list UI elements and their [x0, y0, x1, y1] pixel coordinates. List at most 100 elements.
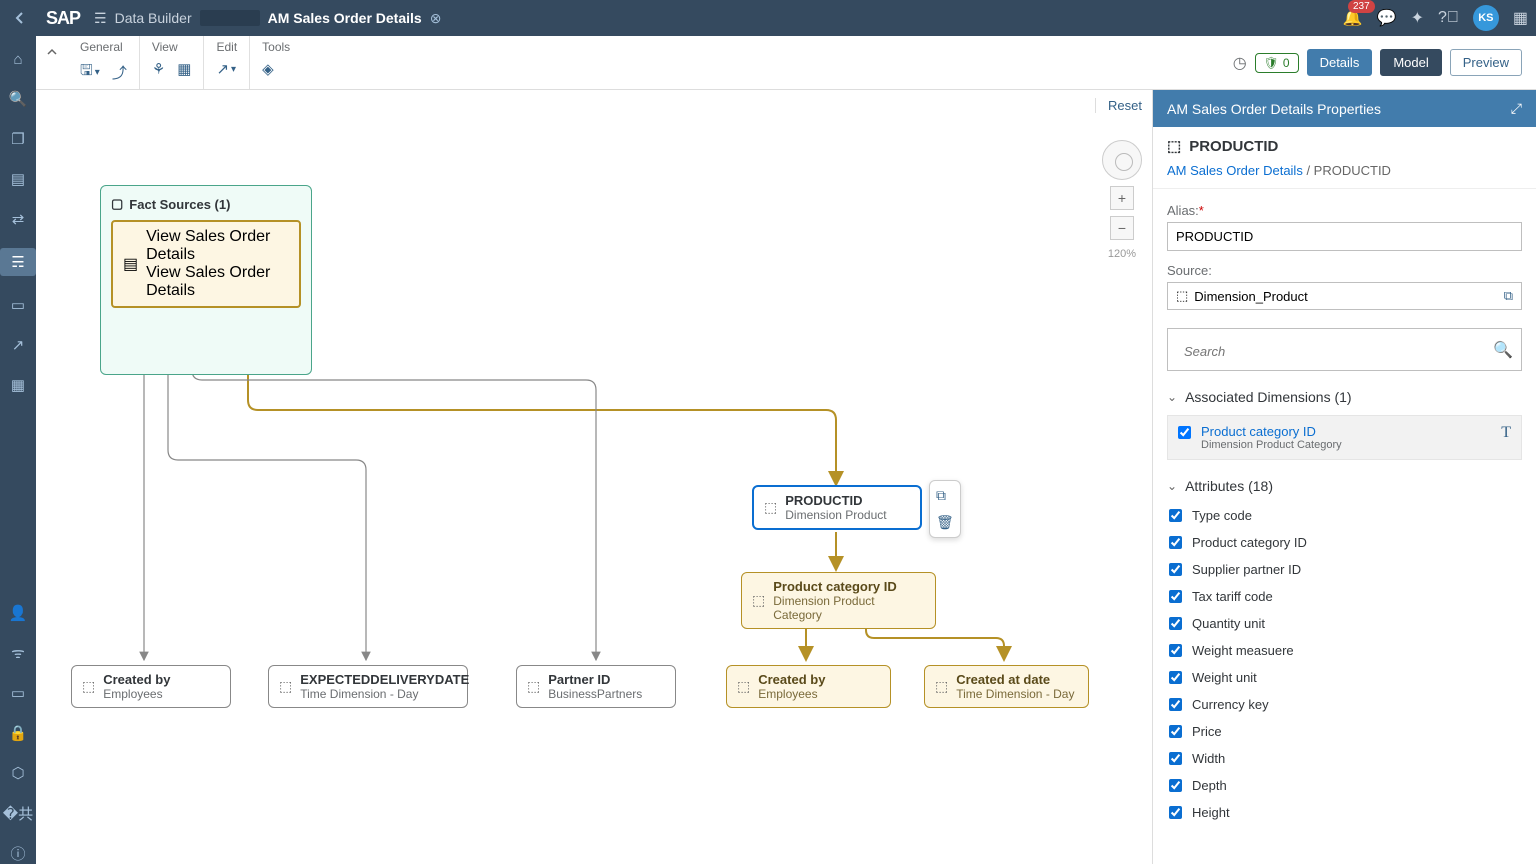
node-product-category[interactable]: ⬚ Product category ID Dimension Product … — [741, 572, 936, 629]
expand-panel-button[interactable]: ⤢ — [1511, 100, 1522, 117]
node-partner-id[interactable]: ⬚ Partner ID BusinessPartners — [516, 665, 676, 708]
table-view-button[interactable]: ▦ — [177, 60, 191, 78]
attribute-row[interactable]: Price — [1167, 718, 1522, 745]
diagram-canvas[interactable]: Reset + − 120% ▢ Fact Sources (1) ▤ — [36, 90, 1152, 864]
node-delete-button[interactable]: 🗑 — [936, 514, 954, 531]
attribute-checkbox[interactable] — [1169, 752, 1182, 765]
zoom-out-button[interactable]: − — [1110, 216, 1134, 240]
breadcrumb-app[interactable]: Data Builder — [115, 10, 192, 26]
hierarchy-view-button[interactable]: ⚘ — [152, 60, 165, 78]
alias-input[interactable] — [1167, 222, 1522, 251]
attribute-row[interactable]: Currency key — [1167, 691, 1522, 718]
node-created-at[interactable]: ⬚ Created at date Time Dimension - Day — [924, 665, 1089, 708]
attribute-checkbox[interactable] — [1169, 644, 1182, 657]
validation-status[interactable]: 🛡 0 — [1255, 53, 1299, 73]
history-button[interactable]: ◷ — [1233, 53, 1247, 73]
associated-dimensions-header[interactable]: ⌄ Associated Dimensions (1) — [1167, 389, 1522, 405]
nav-repository-icon[interactable]: ❐ — [0, 128, 36, 150]
search-icon[interactable]: 🔍 — [1493, 340, 1513, 360]
attribute-row[interactable]: Tax tariff code — [1167, 583, 1522, 610]
source-label: Source: — [1167, 263, 1522, 278]
deploy-button[interactable]: ⤴ — [112, 62, 127, 83]
attribute-label: Product category ID — [1192, 535, 1307, 550]
attribute-row[interactable]: Weight unit — [1167, 664, 1522, 691]
attribute-checkbox[interactable] — [1169, 509, 1182, 522]
pan-compass[interactable] — [1102, 140, 1142, 180]
node-created-by-2[interactable]: ⬚ Created by Employees — [726, 665, 891, 708]
nav-user-icon[interactable]: 👤 — [0, 602, 36, 624]
nav-package-icon[interactable]: ⬡ — [0, 762, 36, 784]
nav-info-icon[interactable]: ⓘ — [0, 842, 36, 864]
nav-monitor-icon[interactable]: ↗ — [0, 334, 36, 356]
help-icon[interactable]: ?⃝ — [1438, 9, 1459, 27]
node-open-button[interactable]: ⧉ — [936, 487, 954, 504]
attribute-checkbox[interactable] — [1169, 590, 1182, 603]
export-button[interactable]: ↗ ▾ — [216, 60, 236, 78]
attribute-label: Weight unit — [1192, 670, 1257, 685]
breadcrumb-space[interactable] — [200, 10, 260, 26]
attribute-checkbox[interactable] — [1169, 779, 1182, 792]
attributes-header[interactable]: ⌄ Attributes (18) — [1167, 478, 1522, 494]
attribute-checkbox[interactable] — [1169, 671, 1182, 684]
nav-share-icon[interactable]: �共 — [0, 802, 36, 824]
notification-badge: 237 — [1348, 0, 1375, 13]
attribute-checkbox[interactable] — [1169, 617, 1182, 630]
assoc-checkbox[interactable] — [1178, 426, 1191, 439]
nav-data-builder-icon[interactable]: ☴ — [0, 248, 36, 276]
nav-card-icon[interactable]: ▭ — [0, 294, 36, 316]
zoom-controls: + − 120% — [1102, 140, 1142, 260]
nav-catalog-icon[interactable]: ▤ — [0, 168, 36, 190]
save-button[interactable]: 🖫 ▾ — [80, 60, 100, 85]
user-avatar[interactable]: KS — [1473, 5, 1499, 31]
tab-model[interactable]: Model — [1380, 49, 1441, 76]
attribute-label: Weight measuere — [1192, 643, 1294, 658]
nav-connections-icon[interactable]: ᯤ — [0, 642, 36, 664]
open-source-button[interactable]: ⧉ — [1504, 288, 1513, 304]
attribute-row[interactable]: Weight measuere — [1167, 637, 1522, 664]
feedback-icon[interactable]: 💬 — [1377, 8, 1397, 28]
node-created-by[interactable]: ⬚ Created by Employees — [71, 665, 231, 708]
attribute-row[interactable]: Width — [1167, 745, 1522, 772]
node-productid[interactable]: ⬚ PRODUCTID Dimension Product — [752, 485, 922, 530]
attribute-row[interactable]: Product category ID — [1167, 529, 1522, 556]
associated-dimension-item[interactable]: Product category ID Dimension Product Ca… — [1167, 415, 1522, 460]
attribute-checkbox[interactable] — [1169, 725, 1182, 738]
app-grid-icon[interactable]: ▦ — [1513, 8, 1528, 28]
attribute-row[interactable]: Height — [1167, 799, 1522, 826]
attribute-checkbox[interactable] — [1169, 563, 1182, 576]
cube-icon: ⬚ — [527, 678, 540, 695]
search-field[interactable]: 🔍 — [1167, 328, 1522, 371]
attribute-row[interactable]: Type code — [1167, 502, 1522, 529]
attribute-row[interactable]: Supplier partner ID — [1167, 556, 1522, 583]
notifications-button[interactable]: 🔔237 — [1343, 8, 1363, 28]
panel-crumb-link[interactable]: AM Sales Order Details — [1167, 163, 1303, 178]
nav-book-icon[interactable]: ▭ — [0, 682, 36, 704]
tab-details[interactable]: Details — [1307, 49, 1373, 76]
fact-sources-container[interactable]: ▢ Fact Sources (1) ▤ View Sales Order De… — [100, 185, 312, 375]
nav-dashboard-icon[interactable]: ▦ — [0, 374, 36, 396]
nav-lock-icon[interactable]: 🔒 — [0, 722, 36, 744]
source-field: ⬚ Dimension_Product ⧉ — [1167, 282, 1522, 310]
alias-label: Alias:* — [1167, 203, 1522, 218]
reset-button[interactable]: Reset — [1095, 98, 1142, 113]
attribute-row[interactable]: Quantity unit — [1167, 610, 1522, 637]
back-button[interactable] — [8, 6, 32, 30]
attribute-label: Type code — [1192, 508, 1252, 523]
announcement-icon[interactable]: ✦ — [1411, 8, 1424, 28]
text-icon[interactable]: T — [1501, 424, 1511, 442]
attribute-checkbox[interactable] — [1169, 806, 1182, 819]
nav-search-icon[interactable]: 🔍 — [0, 88, 36, 110]
attribute-checkbox[interactable] — [1169, 536, 1182, 549]
attribute-checkbox[interactable] — [1169, 698, 1182, 711]
zoom-in-button[interactable]: + — [1110, 186, 1134, 210]
attribute-row[interactable]: Depth — [1167, 772, 1522, 799]
tab-preview[interactable]: Preview — [1450, 49, 1522, 76]
node-expected-delivery[interactable]: ⬚ EXPECTEDDELIVERYDATE Time Dimension - … — [268, 665, 468, 708]
fact-node-view-sales-order[interactable]: ▤ View Sales Order Details View Sales Or… — [111, 220, 301, 308]
nav-flow-icon[interactable]: ⇄ — [0, 208, 36, 230]
collapse-ribbon-button[interactable] — [40, 40, 64, 64]
search-input[interactable] — [1176, 338, 1493, 365]
impact-analysis-button[interactable]: ◈ — [262, 60, 274, 78]
close-tab-button[interactable]: ⊗ — [430, 10, 442, 27]
nav-home-icon[interactable]: ⌂ — [0, 48, 36, 70]
